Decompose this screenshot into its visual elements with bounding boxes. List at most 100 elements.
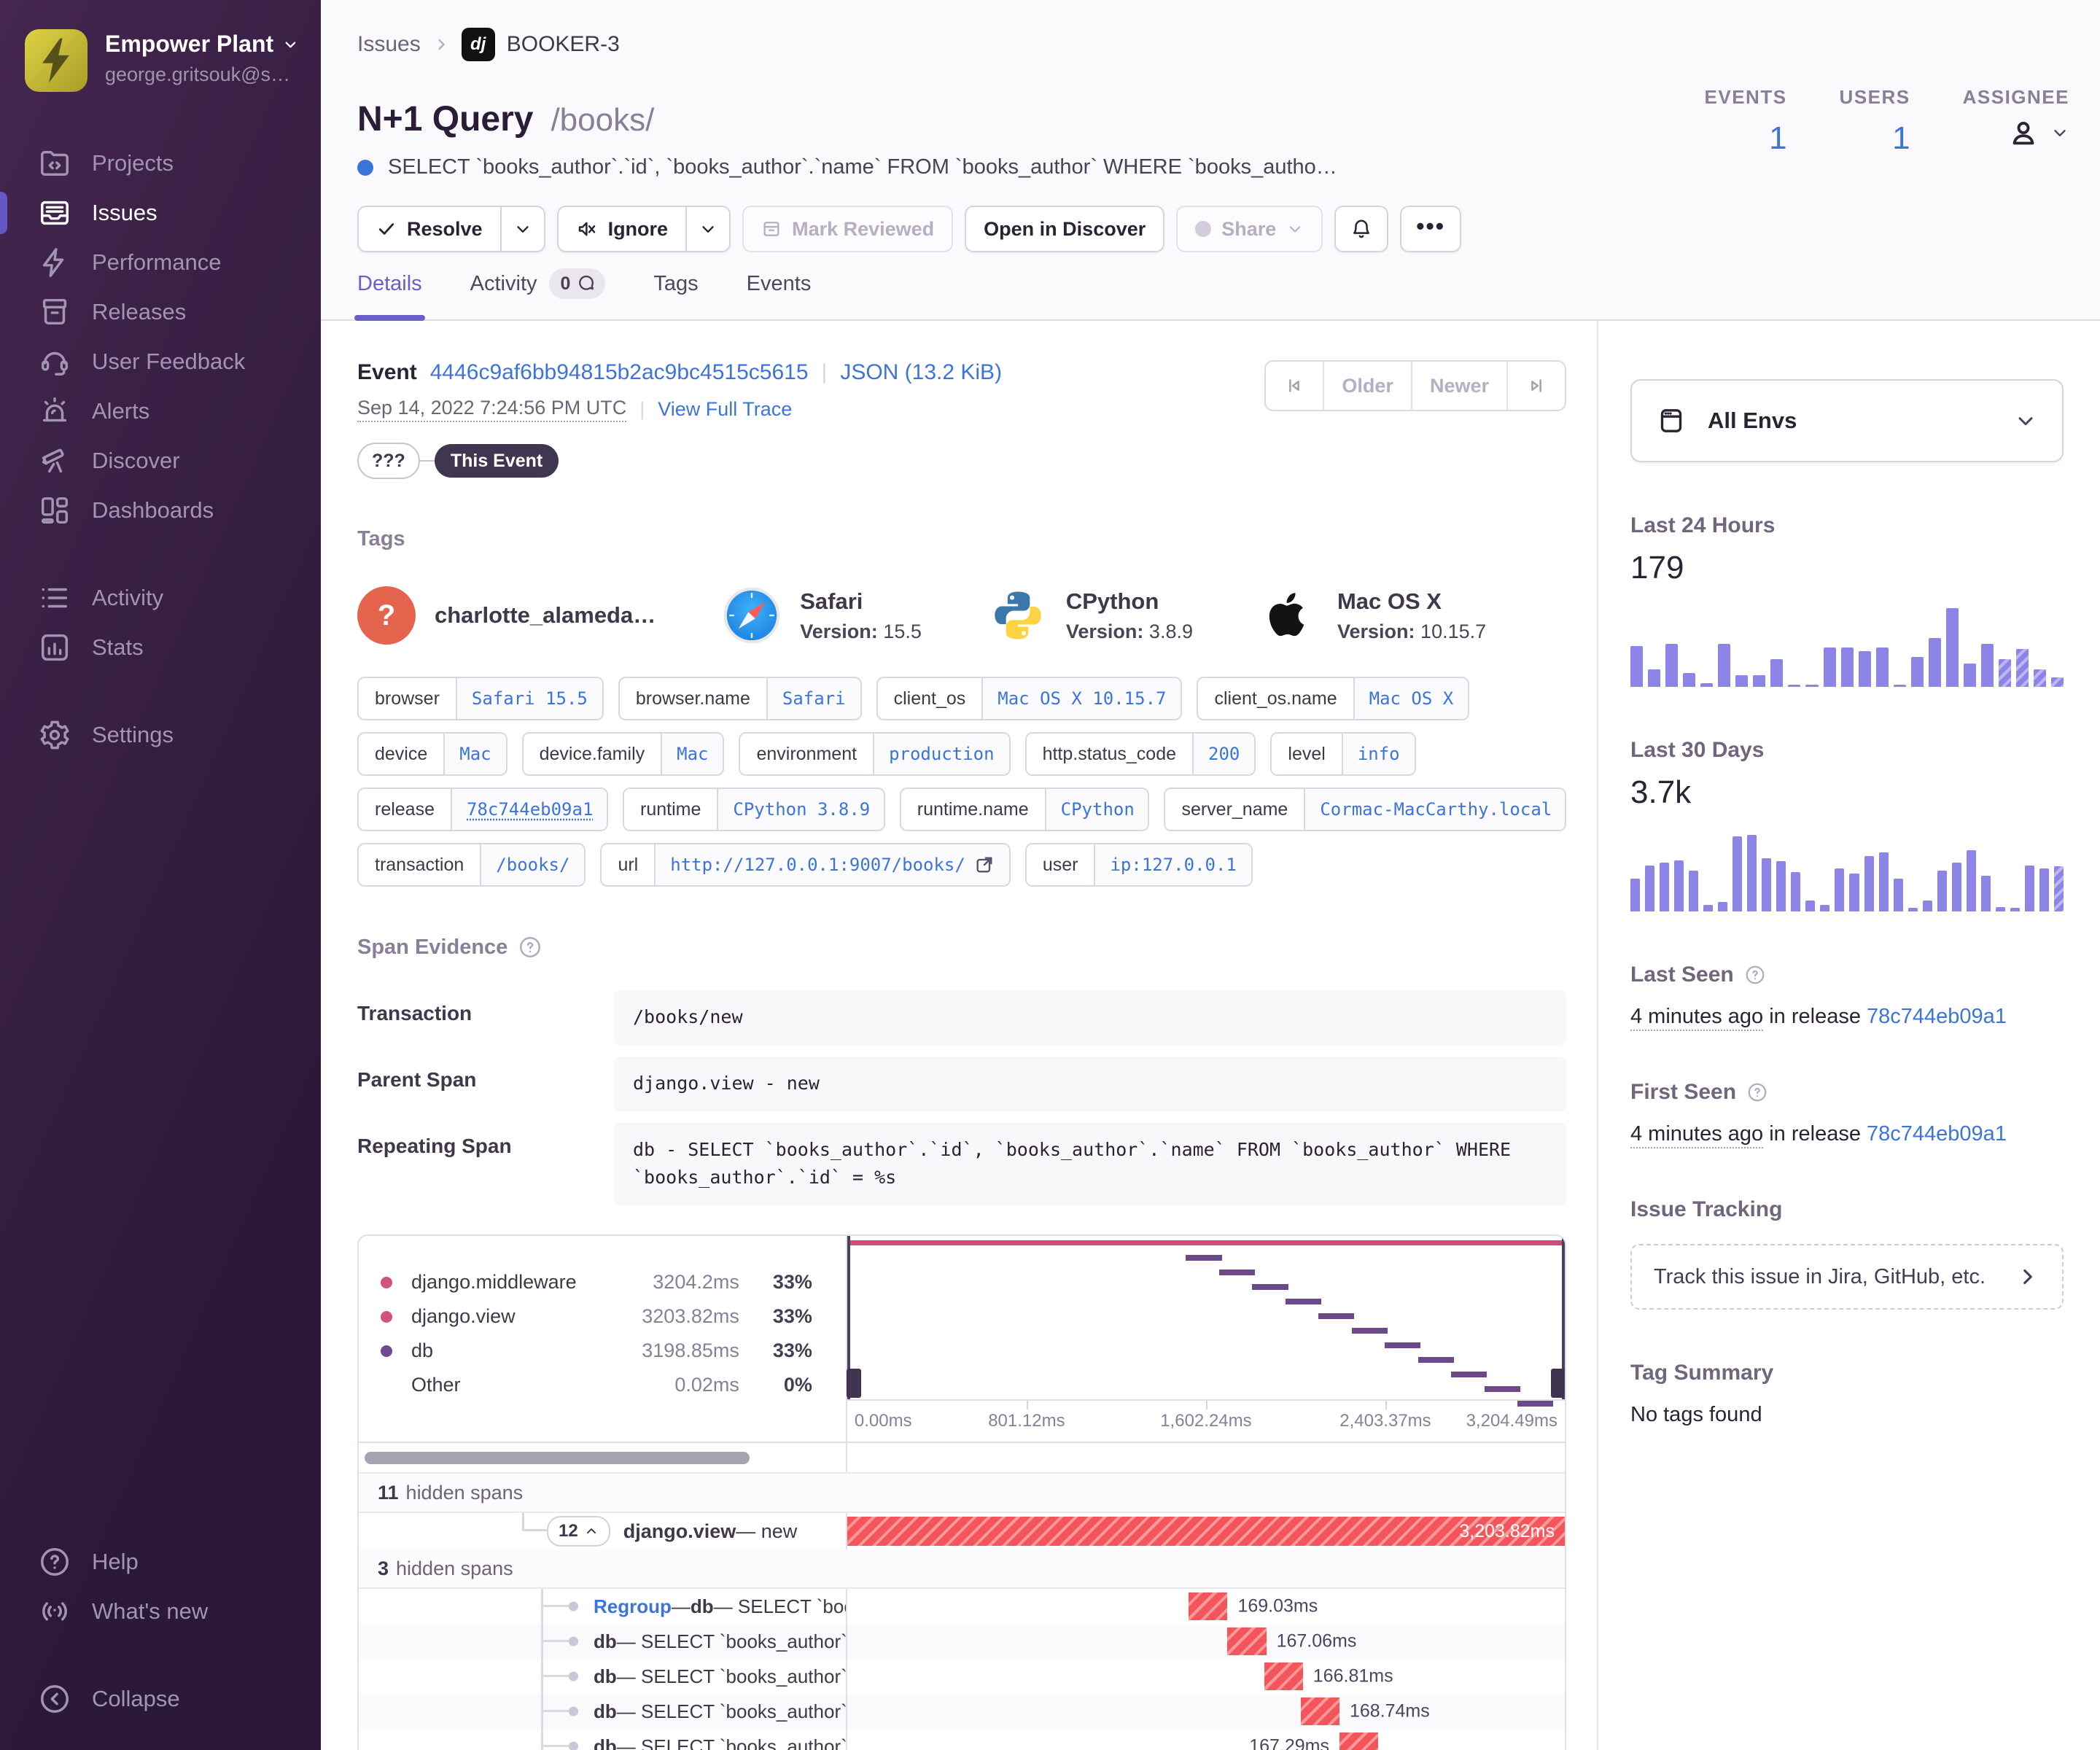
resolve-button[interactable]: Resolve bbox=[357, 206, 500, 252]
featured-tag-charlotte-alameda-[interactable]: ? charlotte_alameda… bbox=[357, 586, 656, 645]
tag-pill-user[interactable]: user ip:127.0.0.1 bbox=[1024, 843, 1253, 887]
breadcrumb-issues[interactable]: Issues bbox=[357, 32, 421, 57]
span-tree-row[interactable]: db — SELECT `books_author` 166.81ms bbox=[359, 1659, 1565, 1694]
tag-value[interactable]: ip:127.0.0.1 bbox=[1094, 844, 1251, 885]
tag-pill-level[interactable]: level info bbox=[1270, 732, 1416, 776]
sidebar-item-label: Help bbox=[92, 1549, 139, 1574]
span-duration-bar[interactable] bbox=[1300, 1698, 1339, 1725]
tag-pill-http.status_code[interactable]: http.status_code 200 bbox=[1024, 732, 1256, 776]
span-duration-bar[interactable] bbox=[1189, 1592, 1228, 1620]
tag-value[interactable]: 200 bbox=[1192, 734, 1255, 774]
sidebar-item-user-feedback[interactable]: User Feedback bbox=[0, 337, 321, 386]
open-in-discover-button[interactable]: Open in Discover bbox=[965, 206, 1165, 252]
tag-pill-browser[interactable]: browser Safari 15.5 bbox=[357, 677, 604, 720]
tag-value[interactable]: info bbox=[1341, 734, 1415, 774]
tag-value[interactable]: Mac bbox=[443, 734, 506, 774]
tag-pill-browser.name[interactable]: browser.name Safari bbox=[618, 677, 862, 720]
parent-span-bar[interactable]: 3,203.82ms bbox=[847, 1517, 1565, 1546]
tag-value[interactable]: Cormac-MacCarthy.local bbox=[1304, 789, 1566, 830]
sidebar-item-help[interactable]: Help bbox=[0, 1537, 321, 1587]
span-tree-row[interactable]: db — SELECT `books_author` 167.06ms bbox=[359, 1624, 1565, 1659]
tab-activity[interactable]: Activity 0 bbox=[470, 268, 606, 319]
sidebar-item-activity[interactable]: Activity bbox=[0, 573, 321, 623]
tag-pill-environment[interactable]: environment production bbox=[739, 732, 1011, 776]
more-actions-button[interactable]: ••• bbox=[1400, 206, 1461, 252]
horizontal-scrollbar-thumb[interactable] bbox=[365, 1451, 750, 1464]
tag-value[interactable]: CPython 3.8.9 bbox=[717, 789, 884, 830]
view-full-trace-link[interactable]: View Full Trace bbox=[658, 398, 792, 421]
sidebar-item-discover[interactable]: Discover bbox=[0, 436, 321, 486]
span-duration-bar[interactable] bbox=[1227, 1628, 1267, 1655]
event-json-link[interactable]: JSON (13.2 KiB) bbox=[840, 360, 1002, 385]
sidebar-item-issues[interactable]: Issues bbox=[0, 188, 321, 238]
sidebar-item-projects[interactable]: Projects bbox=[0, 139, 321, 188]
regroup-link[interactable]: Regroup bbox=[594, 1595, 672, 1618]
tag-value[interactable]: Safari bbox=[766, 678, 860, 719]
chart-bar bbox=[1805, 900, 1816, 911]
sidebar-item-dashboards[interactable]: Dashboards bbox=[0, 486, 321, 535]
hidden-spans-row[interactable]: 11 hidden spans bbox=[359, 1472, 1565, 1513]
event-id-link[interactable]: 4446c9af6bb94815b2ac9bc4515c5615 bbox=[430, 360, 809, 385]
org-switcher[interactable]: Empower Plant george.gritsouk@s… bbox=[0, 25, 321, 92]
span-tree-row[interactable]: Regroup — db — SELECT `boo 169.03ms bbox=[359, 1589, 1565, 1624]
users-count[interactable]: 1 bbox=[1840, 120, 1910, 157]
resolve-dropdown-button[interactable] bbox=[499, 206, 545, 252]
assignee-selector[interactable] bbox=[1963, 116, 2069, 149]
tag-pill-client_os.name[interactable]: client_os.name Mac OS X bbox=[1197, 677, 1470, 720]
tag-pill-runtime[interactable]: runtime CPython 3.8.9 bbox=[623, 788, 885, 831]
tag-value[interactable]: /books/ bbox=[480, 844, 585, 885]
events-count[interactable]: 1 bbox=[1705, 120, 1786, 157]
tag-value[interactable]: production bbox=[873, 734, 1009, 774]
newer-event-button[interactable]: Newer bbox=[1410, 362, 1506, 410]
tag-pill-device.family[interactable]: device.family Mac bbox=[521, 732, 725, 776]
sidebar-item-settings[interactable]: Settings bbox=[0, 710, 321, 760]
span-duration-bar[interactable] bbox=[1339, 1732, 1379, 1750]
ignore-button[interactable]: Ignore bbox=[556, 206, 686, 252]
tag-pill-device[interactable]: device Mac bbox=[357, 732, 508, 776]
ignore-dropdown-button[interactable] bbox=[685, 206, 731, 252]
tag-value[interactable]: CPython bbox=[1044, 789, 1148, 830]
share-button[interactable]: Share bbox=[1176, 206, 1323, 252]
sidebar-item-collapse[interactable]: Collapse bbox=[0, 1674, 321, 1724]
tag-value[interactable]: 78c744eb09a1 bbox=[451, 789, 607, 830]
environment-selector[interactable]: All Envs bbox=[1630, 379, 2064, 462]
release-link[interactable]: 78c744eb09a1 bbox=[1867, 1122, 2007, 1146]
featured-tag-cpython[interactable]: CPython Version: 3.8.9 bbox=[989, 586, 1193, 645]
sidebar-item-stats[interactable]: Stats bbox=[0, 623, 321, 672]
oldest-event-button[interactable] bbox=[1266, 362, 1323, 410]
minimap-right-grip[interactable] bbox=[1551, 1369, 1565, 1398]
tag-value[interactable]: Mac OS X 10.15.7 bbox=[981, 678, 1181, 719]
tab-events[interactable]: Events bbox=[747, 268, 812, 319]
tag-pill-client_os[interactable]: client_os Mac OS X 10.15.7 bbox=[876, 677, 1183, 720]
tag-value[interactable]: Mac OS X bbox=[1353, 678, 1469, 719]
tag-pill-url[interactable]: url http://127.0.0.1:9007/books/ bbox=[600, 843, 1011, 887]
track-issue-button[interactable]: Track this issue in Jira, GitHub, etc. bbox=[1630, 1244, 2064, 1310]
release-link[interactable]: 78c744eb09a1 bbox=[1867, 1005, 2007, 1028]
tag-value[interactable]: http://127.0.0.1:9007/books/ bbox=[654, 844, 1009, 885]
span-tree-row[interactable]: db — SELECT `books_author` 167.29ms bbox=[359, 1729, 1565, 1750]
waterfall-minimap[interactable] bbox=[846, 1236, 1565, 1407]
tag-pill-server_name[interactable]: server_name Cormac-MacCarthy.local bbox=[1164, 788, 1567, 831]
featured-tag-mac-os-x[interactable]: Mac OS X Version: 10.15.7 bbox=[1260, 586, 1486, 645]
collapse-children-toggle[interactable]: 12 bbox=[547, 1516, 610, 1547]
skip-last-button[interactable] bbox=[1506, 362, 1565, 410]
featured-tag-safari[interactable]: Safari Version: 15.5 bbox=[723, 586, 922, 645]
span-tree-row[interactable]: db — SELECT `books_author` 168.74ms bbox=[359, 1694, 1565, 1729]
tag-pill-runtime.name[interactable]: runtime.name CPython bbox=[899, 788, 1150, 831]
hidden-spans-row[interactable]: 3 hidden spans bbox=[359, 1549, 1565, 1589]
sidebar-item-performance[interactable]: Performance bbox=[0, 238, 321, 287]
tag-value[interactable]: Safari 15.5 bbox=[455, 678, 602, 719]
older-event-button[interactable]: Older bbox=[1323, 362, 1411, 410]
subscribe-bell-button[interactable] bbox=[1334, 206, 1389, 252]
tab-tags[interactable]: Tags bbox=[653, 268, 698, 319]
tab-details[interactable]: Details bbox=[354, 268, 425, 321]
tag-pill-transaction[interactable]: transaction/books/ bbox=[357, 843, 586, 887]
span-duration-bar[interactable] bbox=[1264, 1662, 1303, 1690]
tag-value[interactable]: Mac bbox=[661, 734, 723, 774]
sidebar-item-whats-new[interactable]: What's new bbox=[0, 1587, 321, 1636]
sidebar-item-alerts[interactable]: Alerts bbox=[0, 386, 321, 436]
sidebar-item-releases[interactable]: Releases bbox=[0, 287, 321, 337]
mark-reviewed-button[interactable]: Mark Reviewed bbox=[742, 206, 954, 252]
tag-pill-release[interactable]: release 78c744eb09a1 bbox=[357, 788, 609, 831]
minimap-left-grip[interactable] bbox=[846, 1369, 861, 1398]
